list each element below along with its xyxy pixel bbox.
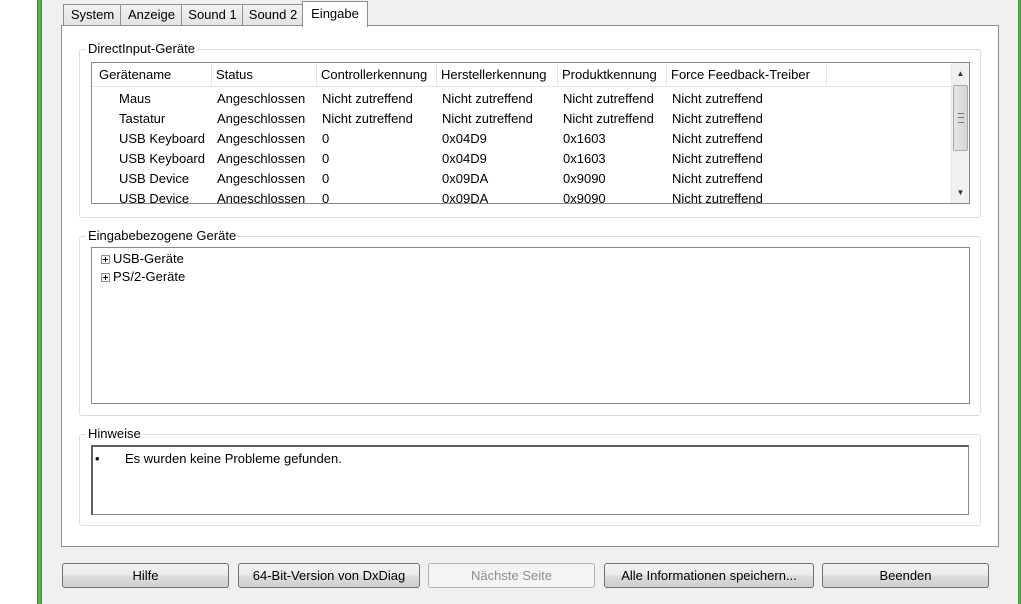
help-button[interactable]: Hilfe	[62, 563, 229, 588]
cell-vendor: 0x09DA	[442, 171, 489, 186]
cell-product: 0x1603	[563, 151, 606, 166]
column-header-controllerkennung[interactable]: Controllerkennung	[317, 63, 437, 86]
next-page-button[interactable]: Nächste Seite	[428, 563, 595, 588]
cell-product: Nicht zutreffend	[563, 111, 654, 126]
cell-name: USB Keyboard	[119, 151, 205, 166]
cell-status: Angeschlossen	[217, 131, 306, 146]
column-header-produktkennung[interactable]: Produktkennung	[558, 63, 667, 86]
tab-panel: DirectInput-Geräte Gerätename Status Con…	[61, 25, 999, 547]
tab-eingabe[interactable]: Eingabe	[302, 1, 368, 27]
notes-group-title: Hinweise	[86, 426, 143, 441]
tab-anzeige[interactable]: Anzeige	[120, 4, 183, 25]
cell-name: Maus	[119, 91, 151, 106]
cell-controller: 0	[322, 191, 330, 204]
tree-item-label: PS/2-Geräte	[113, 269, 186, 284]
tab-label: Sound 1	[188, 7, 237, 22]
cell-controller: 0	[322, 131, 330, 146]
grip-icon	[958, 113, 964, 123]
column-header-geraetename[interactable]: Gerätename	[95, 63, 212, 86]
cell-ff-driver: Nicht zutreffend	[672, 151, 763, 166]
tab-label: Sound 2	[248, 7, 298, 22]
directinput-vertical-scrollbar[interactable]: ▲ ▼	[951, 63, 969, 203]
cell-controller: 0	[322, 151, 330, 166]
tab-label: Eingabe	[311, 6, 359, 21]
note-text: Es wurden keine Probleme gefunden.	[125, 451, 342, 466]
cell-controller: Nicht zutreffend	[322, 91, 413, 106]
cell-product: Nicht zutreffend	[563, 91, 654, 106]
directinput-group-title: DirectInput-Geräte	[86, 41, 197, 56]
tab-label: System	[70, 7, 115, 22]
table-row[interactable]: Maus Angeschlossen Nicht zutreffend Nich…	[92, 89, 942, 109]
scroll-down-arrow-icon[interactable]: ▼	[952, 184, 969, 201]
cell-status: Angeschlossen	[217, 191, 306, 204]
tab-sound-2[interactable]: Sound 2	[242, 4, 304, 25]
cell-name: USB Keyboard	[119, 131, 205, 146]
cell-vendor: Nicht zutreffend	[442, 111, 533, 126]
cell-name: USB Device	[119, 171, 190, 186]
tab-label: Anzeige	[128, 7, 175, 22]
plus-expander-icon[interactable]	[101, 255, 110, 264]
table-row[interactable]: USB Keyboard Angeschlossen 0 0x04D9 0x16…	[92, 149, 942, 169]
column-header-herstellerkennung[interactable]: Herstellerkennung	[437, 63, 558, 86]
column-header-force-feedback[interactable]: Force Feedback-Treiber	[667, 63, 827, 86]
table-row[interactable]: USB Device Angeschlossen 0 0x09DA 0x9090…	[92, 169, 942, 189]
cell-name: Tastatur	[119, 111, 166, 126]
tab-system[interactable]: System	[63, 4, 122, 25]
cell-vendor: 0x04D9	[442, 131, 487, 146]
cell-ff-driver: Nicht zutreffend	[672, 131, 763, 146]
cell-vendor: 0x04D9	[442, 151, 487, 166]
tab-sound-1[interactable]: Sound 1	[181, 4, 244, 25]
related-devices-tree[interactable]: USB-Geräte PS/2-Geräte	[91, 247, 970, 404]
cell-vendor: Nicht zutreffend	[442, 91, 533, 106]
related-devices-group-title: Eingabebezogene Geräte	[86, 228, 239, 243]
cell-product: 0x9090	[563, 191, 606, 204]
directinput-device-list[interactable]: Gerätename Status Controllerkennung Hers…	[91, 62, 970, 204]
cell-ff-driver: Nicht zutreffend	[672, 171, 763, 186]
cell-product: 0x1603	[563, 131, 606, 146]
cell-ff-driver: Nicht zutreffend	[672, 111, 763, 126]
cell-status: Angeschlossen	[217, 111, 306, 126]
cell-controller: Nicht zutreffend	[322, 111, 413, 126]
table-row[interactable]: USB Device Angeschlossen 0 0x09DA 0x9090…	[92, 189, 942, 204]
note-bullet: •	[95, 451, 100, 466]
scroll-up-arrow-icon[interactable]: ▲	[952, 65, 969, 82]
table-row[interactable]: Tastatur Angeschlossen Nicht zutreffend …	[92, 109, 942, 129]
notes-textbox[interactable]: • Es wurden keine Probleme gefunden.	[91, 445, 969, 515]
scroll-thumb[interactable]	[953, 85, 968, 151]
tree-item-usb[interactable]: USB-Geräte	[101, 250, 184, 268]
cell-ff-driver: Nicht zutreffend	[672, 191, 763, 204]
dxdiag-window: System Anzeige Sound 1 Sound 2 Eingabe D…	[42, 0, 1018, 604]
cell-status: Angeschlossen	[217, 171, 306, 186]
cell-vendor: 0x09DA	[442, 191, 489, 204]
cell-ff-driver: Nicht zutreffend	[672, 91, 763, 106]
table-row[interactable]: USB Keyboard Angeschlossen 0 0x04D9 0x16…	[92, 129, 942, 149]
exit-button[interactable]: Beenden	[822, 563, 989, 588]
cell-product: 0x9090	[563, 171, 606, 186]
save-all-info-button[interactable]: Alle Informationen speichern...	[604, 563, 814, 588]
directinput-header-row: Gerätename Status Controllerkennung Hers…	[92, 63, 969, 87]
cell-status: Angeschlossen	[217, 91, 306, 106]
cell-status: Angeschlossen	[217, 151, 306, 166]
tree-item-ps2[interactable]: PS/2-Geräte	[101, 268, 185, 286]
column-header-status[interactable]: Status	[212, 63, 317, 86]
64-bit-version-button[interactable]: 64-Bit-Version von DxDiag	[238, 563, 420, 588]
plus-expander-icon[interactable]	[101, 273, 110, 282]
tree-item-label: USB-Geräte	[113, 251, 184, 266]
cell-controller: 0	[322, 171, 330, 186]
cell-name: USB Device	[119, 191, 190, 204]
